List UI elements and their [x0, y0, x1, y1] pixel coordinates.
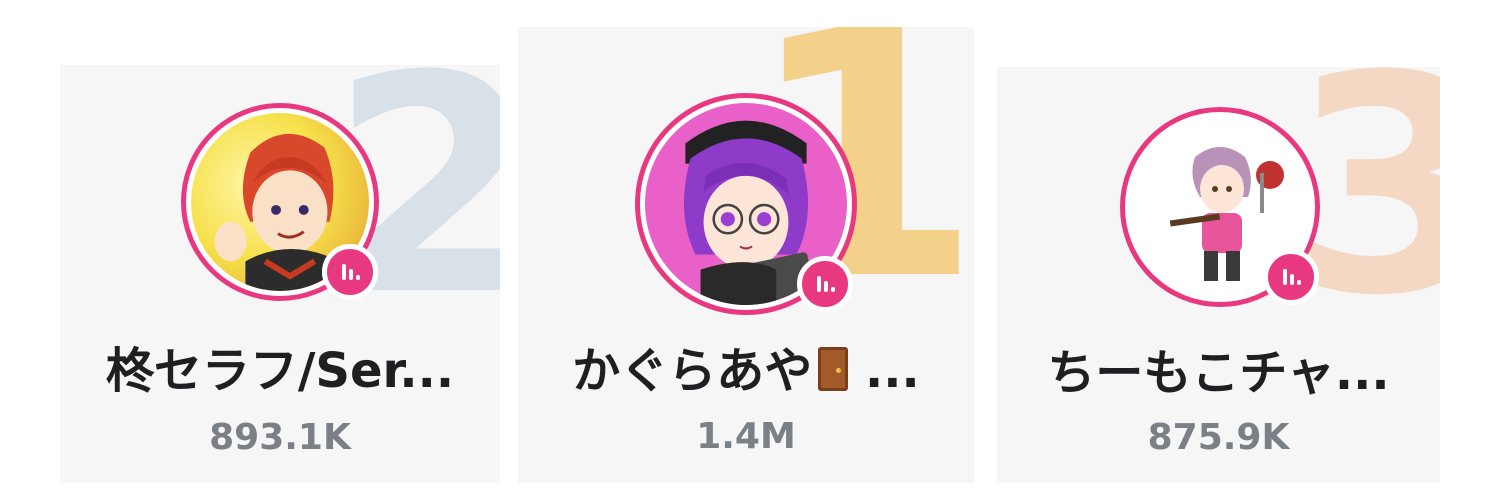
creator-card-rank-1[interactable]: 1 かぐらあや ... 1.4M: [518, 27, 974, 483]
live-badge-rank-1: [797, 256, 853, 312]
avatar-rank-1[interactable]: [635, 93, 857, 315]
creator-name-text-rank-1: かぐらあや: [572, 343, 813, 399]
audio-bars-icon: [817, 276, 835, 292]
creator-name-rank-3: ちーもこチャ...: [1047, 345, 1390, 401]
avatar-rank-3[interactable]: [1120, 107, 1320, 307]
creator-name-ellipsis-rank-1: ...: [848, 343, 920, 399]
audio-bars-icon: [1283, 269, 1301, 285]
live-badge-rank-2: [322, 244, 378, 300]
avatar-rank-2[interactable]: [181, 103, 379, 301]
creator-name-rank-1: かぐらあや ...: [518, 331, 974, 401]
creator-card-rank-3[interactable]: 3 ちーもこチャ... 875.9K: [997, 67, 1440, 483]
creator-card-rank-2[interactable]: 2 柊セラフ/Ser... 893.1K: [60, 65, 500, 483]
follower-count-rank-2: 893.1K: [209, 417, 351, 458]
follower-count-rank-3: 875.9K: [1147, 417, 1290, 458]
audio-bars-icon: [342, 264, 360, 280]
live-badge-rank-3: [1263, 249, 1319, 305]
follower-count-rank-1: 1.4M: [696, 416, 796, 457]
creator-name-rank-2: 柊セラフ/Ser...: [105, 343, 455, 399]
door-emoji-icon: [818, 347, 849, 391]
